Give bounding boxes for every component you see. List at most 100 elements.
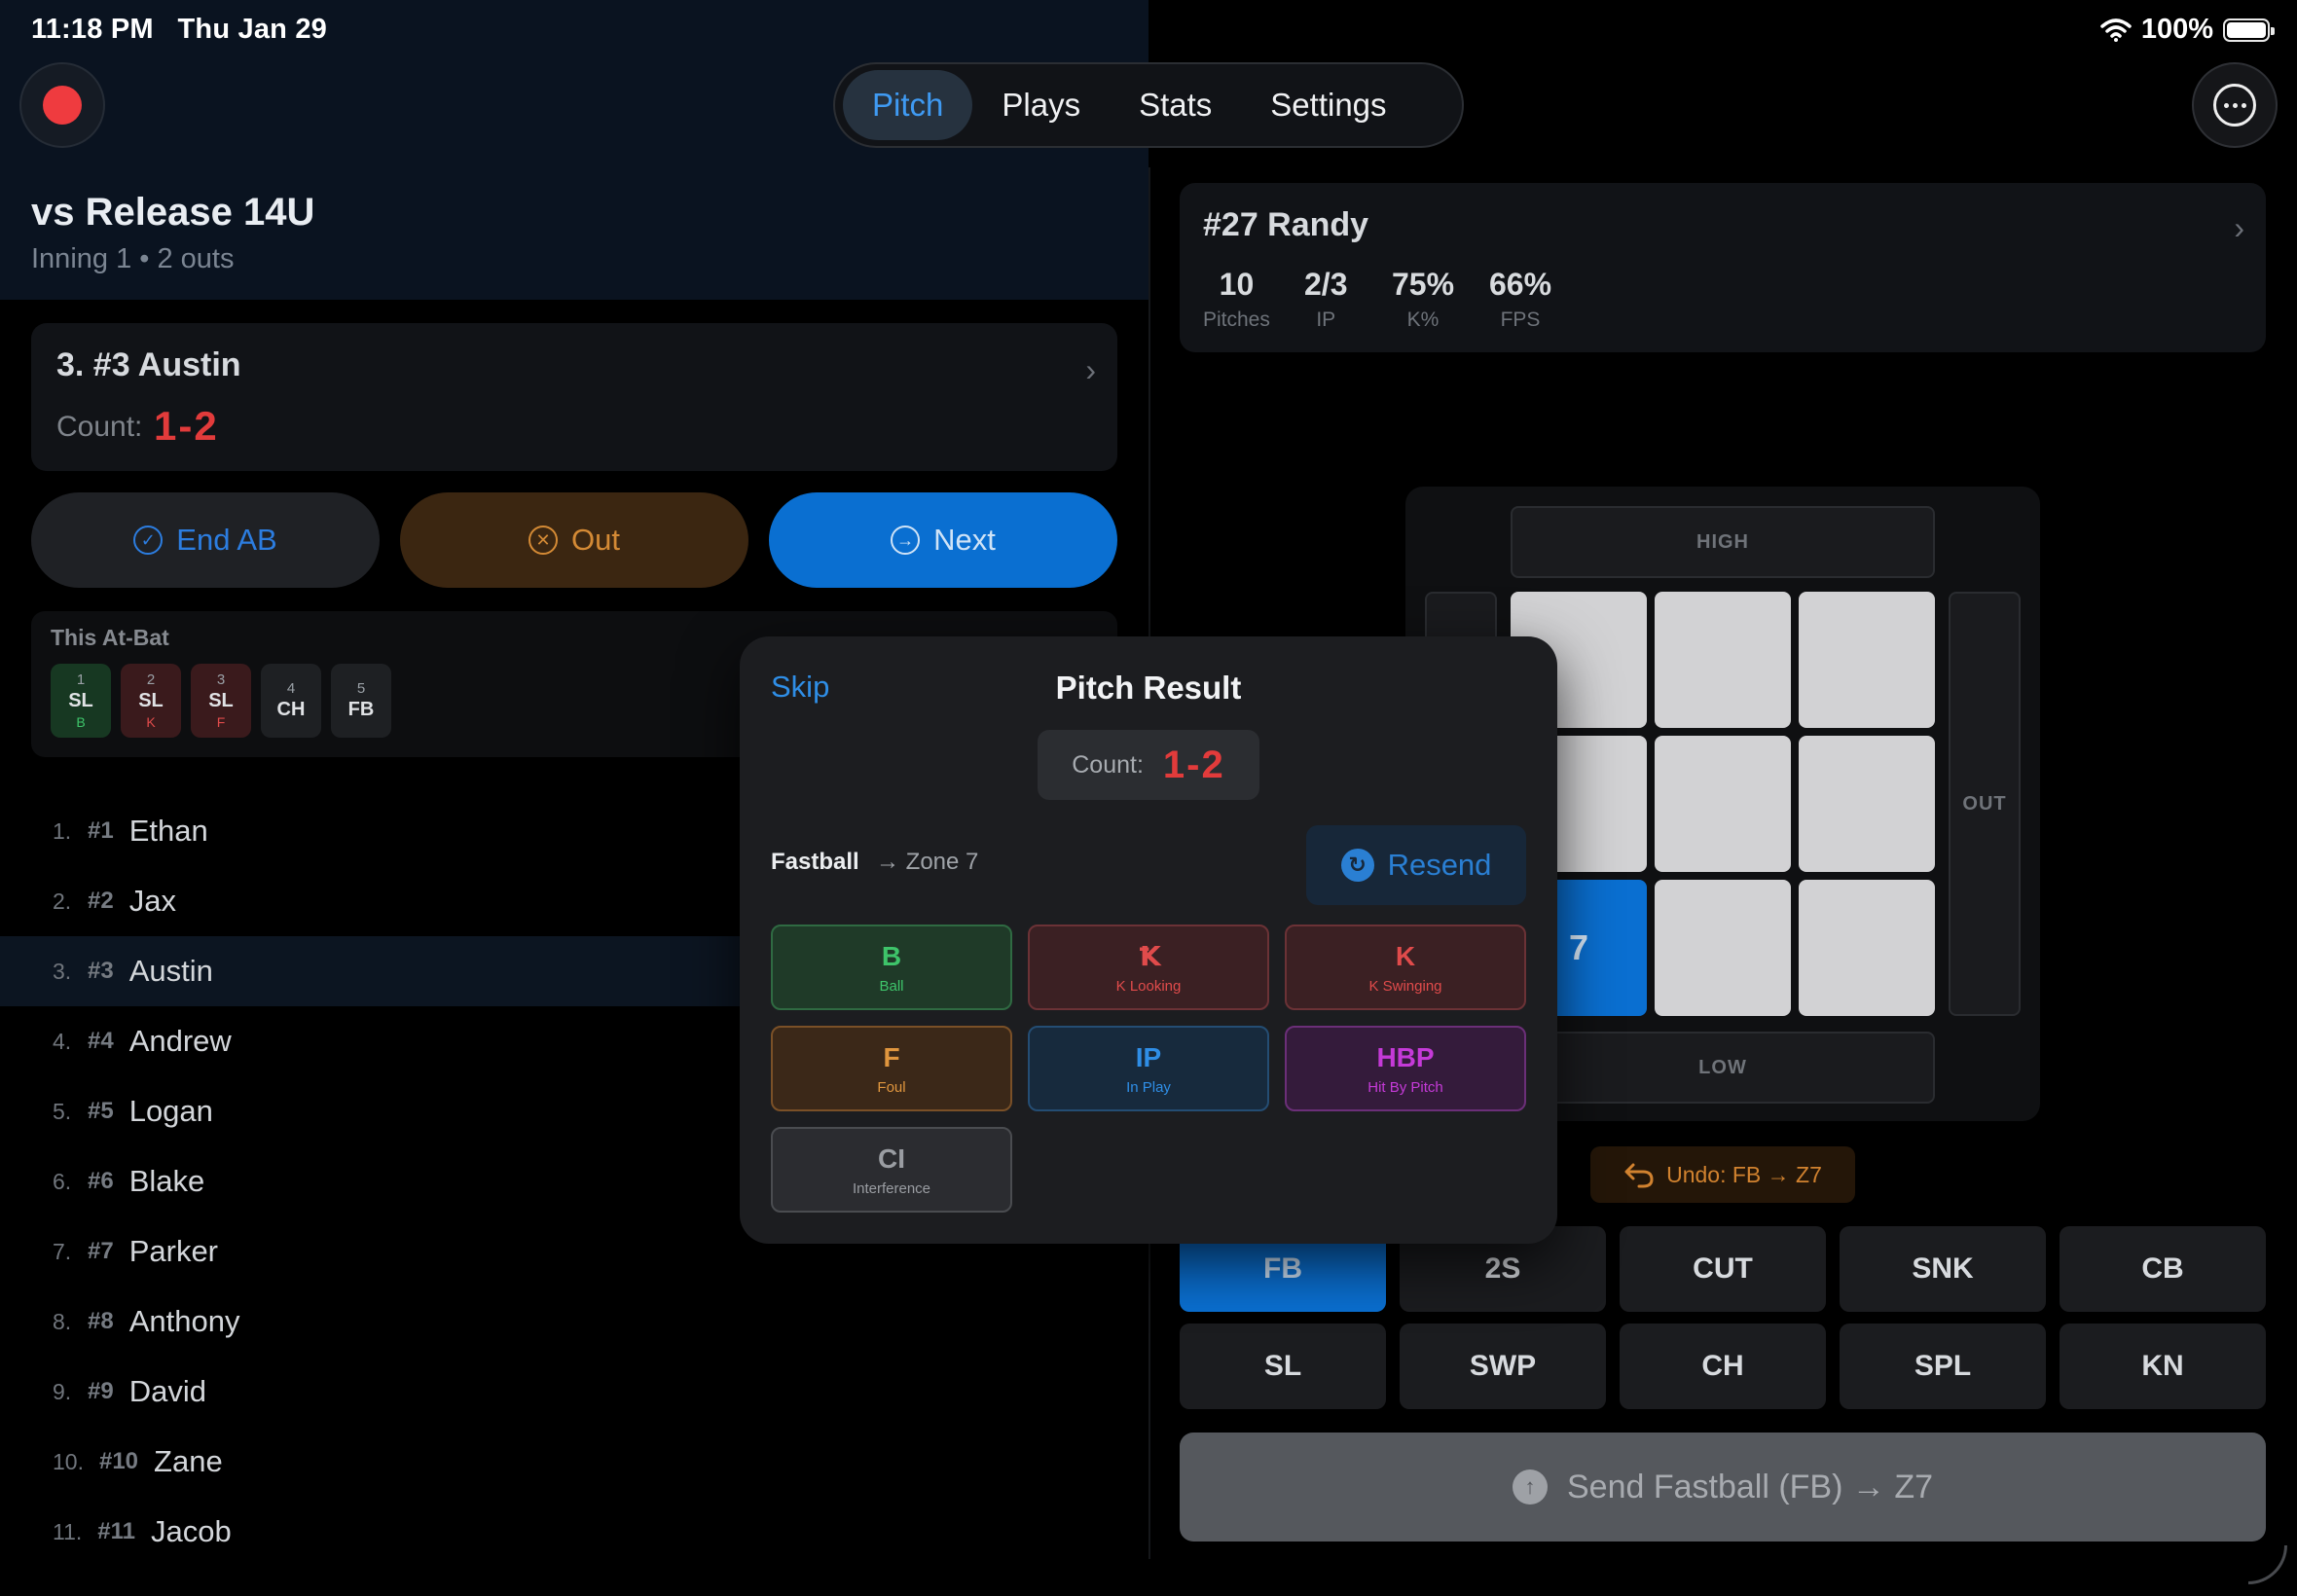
- at-bat-pitch-chip[interactable]: 4 CH: [261, 664, 321, 738]
- player-number: #5: [88, 1098, 114, 1124]
- next-button[interactable]: → Next: [769, 492, 1117, 588]
- more-button[interactable]: [2192, 62, 2278, 148]
- zone-cell-3[interactable]: [1799, 592, 1935, 728]
- player-name: Jacob: [151, 1514, 232, 1548]
- pitch-type: SL: [68, 690, 93, 711]
- player-number: #11: [97, 1518, 135, 1544]
- pitch-type-cb-button[interactable]: CB: [2060, 1226, 2266, 1312]
- out-label: Out: [571, 523, 620, 557]
- arrow-right-circle-icon: →: [891, 526, 921, 555]
- pitch-type-cut-button[interactable]: CUT: [1620, 1226, 1826, 1312]
- out-button[interactable]: ✕ Out: [400, 492, 748, 588]
- player-name: Jax: [128, 884, 176, 918]
- chevron-right-icon: ›: [1085, 352, 1096, 387]
- player-number: #1: [88, 817, 114, 844]
- record-button[interactable]: [19, 62, 105, 148]
- zone-low[interactable]: LOW: [1511, 1032, 1935, 1104]
- result-k-swinging-button[interactable]: K K Swinging: [1285, 925, 1526, 1010]
- game-subtitle: Inning 1 • 2 outs: [31, 243, 235, 274]
- pitch-type-sl-button[interactable]: SL: [1180, 1324, 1386, 1409]
- at-bat-pitch-list: 1 SL B 2 SL K 3 SL F 4 CH 5 FB: [51, 664, 391, 738]
- result-hit-by-pitch-button[interactable]: HBP Hit By Pitch: [1285, 1026, 1526, 1111]
- lineup-row[interactable]: 9. #9 David: [0, 1357, 1148, 1427]
- result-interference-button[interactable]: CI Interference: [771, 1127, 1012, 1213]
- chevron-right-icon: ›: [2234, 210, 2244, 245]
- pitch-type-kn-button[interactable]: KN: [2060, 1324, 2266, 1409]
- pitch-number: 3: [216, 671, 226, 688]
- pitch-type-snk-button[interactable]: SNK: [1840, 1226, 2046, 1312]
- result-code: HBP: [1376, 1041, 1435, 1072]
- result-code: IP: [1135, 1041, 1162, 1072]
- pitch-type-spl-button[interactable]: SPL: [1840, 1324, 2046, 1409]
- tab-settings[interactable]: Settings: [1241, 70, 1415, 140]
- zone-out[interactable]: OUT: [1949, 592, 2021, 1016]
- at-bat-pitch-chip[interactable]: 1 SL B: [51, 664, 111, 738]
- at-bat-pitch-chip[interactable]: 5 FB: [331, 664, 391, 738]
- pitch-type-swp-button[interactable]: SWP: [1400, 1324, 1606, 1409]
- zone-cell-6[interactable]: [1799, 736, 1935, 872]
- end-ab-button[interactable]: ✓ End AB: [31, 492, 380, 588]
- pitch-result: B: [76, 714, 86, 730]
- stat-label: Pitches: [1203, 308, 1270, 331]
- zone-cell-8[interactable]: [1655, 880, 1791, 1016]
- main-tab-bar: Pitch Plays Stats Settings: [833, 62, 1464, 148]
- pitch-number: 1: [76, 671, 86, 688]
- pitch-type-ch-button[interactable]: CH: [1620, 1324, 1826, 1409]
- player-number: #8: [88, 1308, 114, 1334]
- lineup-order: 9.: [53, 1378, 72, 1404]
- player-name: David: [128, 1374, 206, 1408]
- stat-value: 75%: [1392, 267, 1455, 302]
- result-code: CI: [878, 1143, 905, 1174]
- result-label: Foul: [877, 1078, 906, 1096]
- lineup-order: 5.: [53, 1098, 72, 1124]
- player-name: Logan: [128, 1094, 213, 1128]
- send-pitch-button[interactable]: ↑ Send Fastball (FB) → Z7: [1180, 1433, 2266, 1542]
- status-time: 11:18 PM Thu Jan 29: [31, 14, 328, 45]
- tab-plays[interactable]: Plays: [972, 70, 1110, 140]
- batter-name: 3. #3 Austin: [56, 346, 241, 383]
- pitcher-card[interactable]: #27 Randy › 10 Pitches 2/3 IP 75% K% 66% FPS: [1180, 183, 2266, 352]
- stat-label: K%: [1406, 308, 1440, 331]
- modal-pitch-zone: → Zone 7: [876, 849, 979, 875]
- player-name: Andrew: [128, 1024, 232, 1058]
- lineup-order: 6.: [53, 1168, 72, 1194]
- game-title: vs Release 14U: [31, 191, 315, 234]
- result-ball-button[interactable]: B Ball: [771, 925, 1012, 1010]
- lineup-order: 1.: [53, 817, 72, 844]
- stat-value: 66%: [1489, 267, 1552, 302]
- zone-high[interactable]: HIGH: [1511, 506, 1935, 578]
- at-bat-title: This At-Bat: [51, 625, 169, 650]
- player-number: #6: [88, 1168, 114, 1194]
- current-batter-card[interactable]: 3. #3 Austin › Count: 1-2: [31, 323, 1117, 471]
- lineup-order: 4.: [53, 1028, 72, 1054]
- result-foul-button[interactable]: F Foul: [771, 1026, 1012, 1111]
- lineup-row[interactable]: 8. #8 Anthony: [0, 1287, 1148, 1357]
- result-label: K Swinging: [1368, 977, 1442, 995]
- count-label: Count:: [56, 411, 143, 443]
- stat-label: FPS: [1500, 308, 1541, 331]
- pitcher-name: #27 Randy: [1203, 206, 1369, 243]
- lineup-row[interactable]: 10. #10 Zane: [0, 1427, 1148, 1497]
- result-k-looking-button[interactable]: Ꝁ K Looking: [1028, 925, 1269, 1010]
- pitch-result: F: [216, 714, 226, 730]
- pitch-type: FB: [347, 699, 375, 720]
- battery-icon: [2223, 18, 2275, 42]
- player-name: Anthony: [128, 1304, 240, 1338]
- status-right: 100%: [2100, 14, 2275, 46]
- resend-button[interactable]: ↻ Resend: [1306, 825, 1526, 905]
- tab-stats[interactable]: Stats: [1110, 70, 1241, 140]
- count-value: 1-2: [154, 403, 219, 449]
- result-label: Ball: [879, 977, 904, 995]
- lineup-row[interactable]: 11. #11 Jacob: [0, 1497, 1148, 1567]
- at-bat-pitch-chip[interactable]: 3 SL F: [191, 664, 251, 738]
- zone-cell-2[interactable]: [1655, 592, 1791, 728]
- send-label: Send Fastball (FB) → Z7: [1566, 1468, 1933, 1505]
- result-in-play-button[interactable]: IP In Play: [1028, 1026, 1269, 1111]
- at-bat-pitch-chip[interactable]: 2 SL K: [121, 664, 181, 738]
- next-label: Next: [933, 523, 996, 557]
- zone-cell-9[interactable]: [1799, 880, 1935, 1016]
- tab-pitch[interactable]: Pitch: [843, 70, 973, 140]
- undo-button[interactable]: Undo: FB → Z7: [1590, 1146, 1855, 1203]
- zone-cell-5[interactable]: [1655, 736, 1791, 872]
- pitch-type: CH: [276, 699, 306, 720]
